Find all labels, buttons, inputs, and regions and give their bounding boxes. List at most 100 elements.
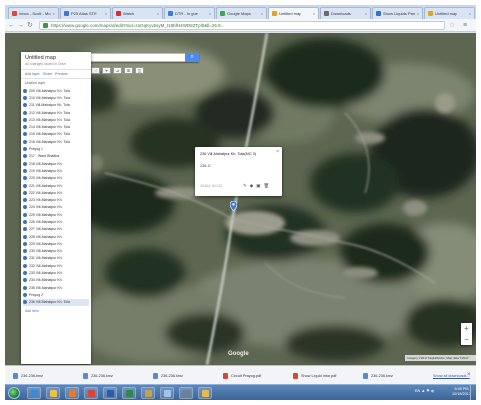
tab-close-icon[interactable]: × (52, 11, 55, 16)
download-item[interactable]: Show Liquid Infor.pdf (293, 370, 336, 381)
browser-tab[interactable]: DTR - In gue × (164, 7, 215, 19)
chrome-icon[interactable] (84, 387, 98, 399)
browser-tab[interactable]: Downloads × (320, 7, 371, 19)
notepad-icon[interactable] (160, 387, 174, 399)
bookmark-star-icon[interactable]: ☆ (449, 22, 455, 29)
download-item[interactable]: 236-236.kmz (13, 370, 43, 381)
browser-tab[interactable]: Watch × (112, 7, 163, 19)
map-search-input[interactable] (89, 53, 199, 62)
edit-icon[interactable]: ✎ (243, 183, 247, 188)
feature-list-item[interactable]: 210 Vill-Mahatpur Kh. Tola (23, 94, 89, 101)
forward-arrow-icon[interactable]: → (17, 22, 24, 29)
map-tool-button[interactable]: ☜ (91, 67, 100, 74)
paint-icon[interactable] (141, 387, 155, 399)
feature-list-item[interactable]: 228 Vill-Mahatpur Kh. (23, 233, 89, 240)
add-item-link[interactable]: Add item (21, 306, 91, 316)
map-tool-button[interactable]: ◫ (135, 67, 144, 74)
feature-list-item[interactable]: 214 Vill-Mahatpur Kh. Tola (23, 123, 89, 130)
excel-icon[interactable] (122, 387, 136, 399)
camera-icon[interactable]: ▣ (256, 183, 260, 188)
feature-list-item[interactable]: 236 Vill-Mahatpur Kh. Tola (23, 298, 89, 306)
feature-list-item[interactable]: 221 Vill-Mahatpur Kh. (23, 182, 89, 189)
feature-list-item[interactable]: 218 Vill-Mahatpur Kh. (23, 160, 89, 167)
feature-list-item[interactable]: 215 Vill-Mahatpur Kh. Tola (23, 131, 89, 138)
panel-action-link[interactable]: Preview (55, 72, 67, 76)
system-tray[interactable]: EN ▲ ⚑ ◂) (415, 388, 434, 393)
feature-list-item[interactable]: 226 Vill-Mahatpur Kh. (23, 218, 89, 225)
map-tool-button[interactable]: ⊞ (124, 67, 133, 74)
map-marker-icon[interactable] (230, 201, 237, 211)
feature-list-item[interactable]: 217 - Ward Bhattha (23, 153, 89, 160)
feature-list-item[interactable]: 213 Vill-Mahatpur Kh. Tola (23, 116, 89, 123)
tab-close-icon[interactable]: × (364, 11, 367, 16)
clock[interactable]: 6:45 PM 10/18/2017 (452, 387, 471, 397)
feature-list-item[interactable]: 235 Vill-Mahatpur Kh. (23, 284, 89, 291)
tab-close-icon[interactable]: × (208, 11, 211, 16)
url-field[interactable]: https://www.google.com/maps/d/edit?mid=z… (39, 21, 445, 30)
folder-icon[interactable] (198, 387, 212, 399)
clock-date: 10/18/2017 (452, 392, 472, 396)
feature-list-item[interactable]: 212 Vill-Mahatpur Kh. Tola (23, 109, 89, 116)
search-button[interactable]: ⌕ (185, 53, 199, 62)
download-item[interactable]: Circuit Prayog.pdf (223, 370, 261, 381)
feature-list-item[interactable]: Prayog 2 (23, 291, 89, 298)
panel-action-link[interactable]: Add layer (25, 72, 40, 76)
feature-list-item[interactable]: 231 Vill-Mahatpur Kh. (23, 255, 89, 262)
feature-list-item[interactable]: 225 Vill-Mahatpur Kh. (23, 211, 89, 218)
file-explorer-icon[interactable] (46, 387, 60, 399)
feature-list-item[interactable]: 223 Vill-Mahatpur Kh. (23, 196, 89, 203)
media-player-icon[interactable] (65, 387, 79, 399)
show-all-downloads-link[interactable]: Show all downloads... (433, 374, 470, 378)
close-icon[interactable]: × (276, 149, 279, 155)
tab-close-icon[interactable]: × (312, 11, 315, 16)
feature-list-item[interactable]: 232 Vill-Mahatpur Kh. (23, 262, 89, 269)
feature-list-item[interactable]: 224 Vill-Mahatpur Kh. (23, 204, 89, 211)
browser-menu-icon[interactable]: ≡ (463, 22, 467, 29)
word-icon[interactable] (103, 387, 117, 399)
feature-list-item[interactable]: 233 Vill-Mahatpur Kh. (23, 269, 89, 276)
download-item[interactable]: 236-236.kmz (153, 370, 183, 381)
feature-list-item[interactable]: 220 Vill-Mahatpur Kh. (23, 175, 89, 182)
feature-list-item[interactable]: 209 Vill-Mahatpur Kh. Tola (23, 87, 89, 94)
reload-icon[interactable]: ↻ (27, 22, 33, 29)
map-canvas[interactable]: ⌕ ☜ ⌖ ⊿ ⊞ ◫ Untitled map All changes saved i… (5, 33, 476, 365)
layer-name[interactable]: Untitled layer (21, 79, 91, 87)
map-tool-button[interactable]: ⊿ (113, 67, 122, 74)
download-item[interactable]: 236-236.kmz (363, 370, 393, 381)
tab-close-icon[interactable]: × (104, 11, 107, 16)
tab-close-icon[interactable]: × (260, 11, 263, 16)
tab-close-icon[interactable]: × (156, 11, 159, 16)
feature-list-item[interactable]: 230 Vill-Mahatpur Kh. (23, 248, 89, 255)
feature-list-item[interactable]: 227 Vill-Mahatpur Kh. (23, 226, 89, 233)
delete-icon[interactable]: 🗑︎ (264, 183, 270, 188)
browser-tab[interactable]: Untitled map × (268, 7, 319, 19)
style-icon[interactable]: ◆ (250, 183, 253, 188)
feature-list-item[interactable]: 219 Vill-Mahatpur Kh. (23, 167, 89, 174)
feature-list-item[interactable]: 229 Vill-Mahatpur Kh. (23, 240, 89, 247)
feature-list-item[interactable]: 234 Vill-Mahatpur Kh. (23, 277, 89, 284)
tab-close-icon[interactable]: × (468, 11, 471, 16)
map-title[interactable]: Untitled map (21, 52, 91, 62)
browser-tab[interactable]: P25 Atlas STE × (60, 7, 111, 19)
browser-tab[interactable]: Google Maps × (216, 7, 267, 19)
back-arrow-icon[interactable]: ← (8, 22, 15, 29)
feature-list-item[interactable]: Prayog 1 (23, 145, 89, 152)
browser-tab[interactable]: Untitled map × (424, 7, 475, 19)
browser-tab[interactable]: Inbox - Scott - Mo × (8, 7, 59, 19)
start-button[interactable] (8, 387, 20, 399)
internet-explorer-icon[interactable] (27, 387, 41, 399)
show-desktop-button[interactable] (470, 385, 476, 400)
feature-list-item[interactable]: 216 Vill-Mahatpur Kh. Tola (23, 138, 89, 145)
map-tool-button[interactable]: ⌖ (102, 67, 111, 74)
zoom-in-button[interactable]: + (461, 323, 472, 334)
feature-label: 219 Vill-Mahatpur Kh. (29, 168, 63, 173)
tab-close-icon[interactable]: × (416, 11, 419, 16)
calculator-icon[interactable] (179, 387, 193, 399)
zoom-out-button[interactable]: − (461, 334, 472, 345)
feature-list-item[interactable]: 211 Vill-Mahatpur Kh. Tola (23, 102, 89, 109)
browser-tab[interactable]: Show Liquids Pan × (372, 7, 423, 19)
feature-list-item[interactable]: 222 Vill-Mahatpur Kh. (23, 189, 89, 196)
panel-action-link[interactable]: Share (43, 72, 52, 76)
close-icon[interactable]: × (467, 372, 471, 378)
download-item[interactable]: 236-236.kmz (83, 370, 113, 381)
